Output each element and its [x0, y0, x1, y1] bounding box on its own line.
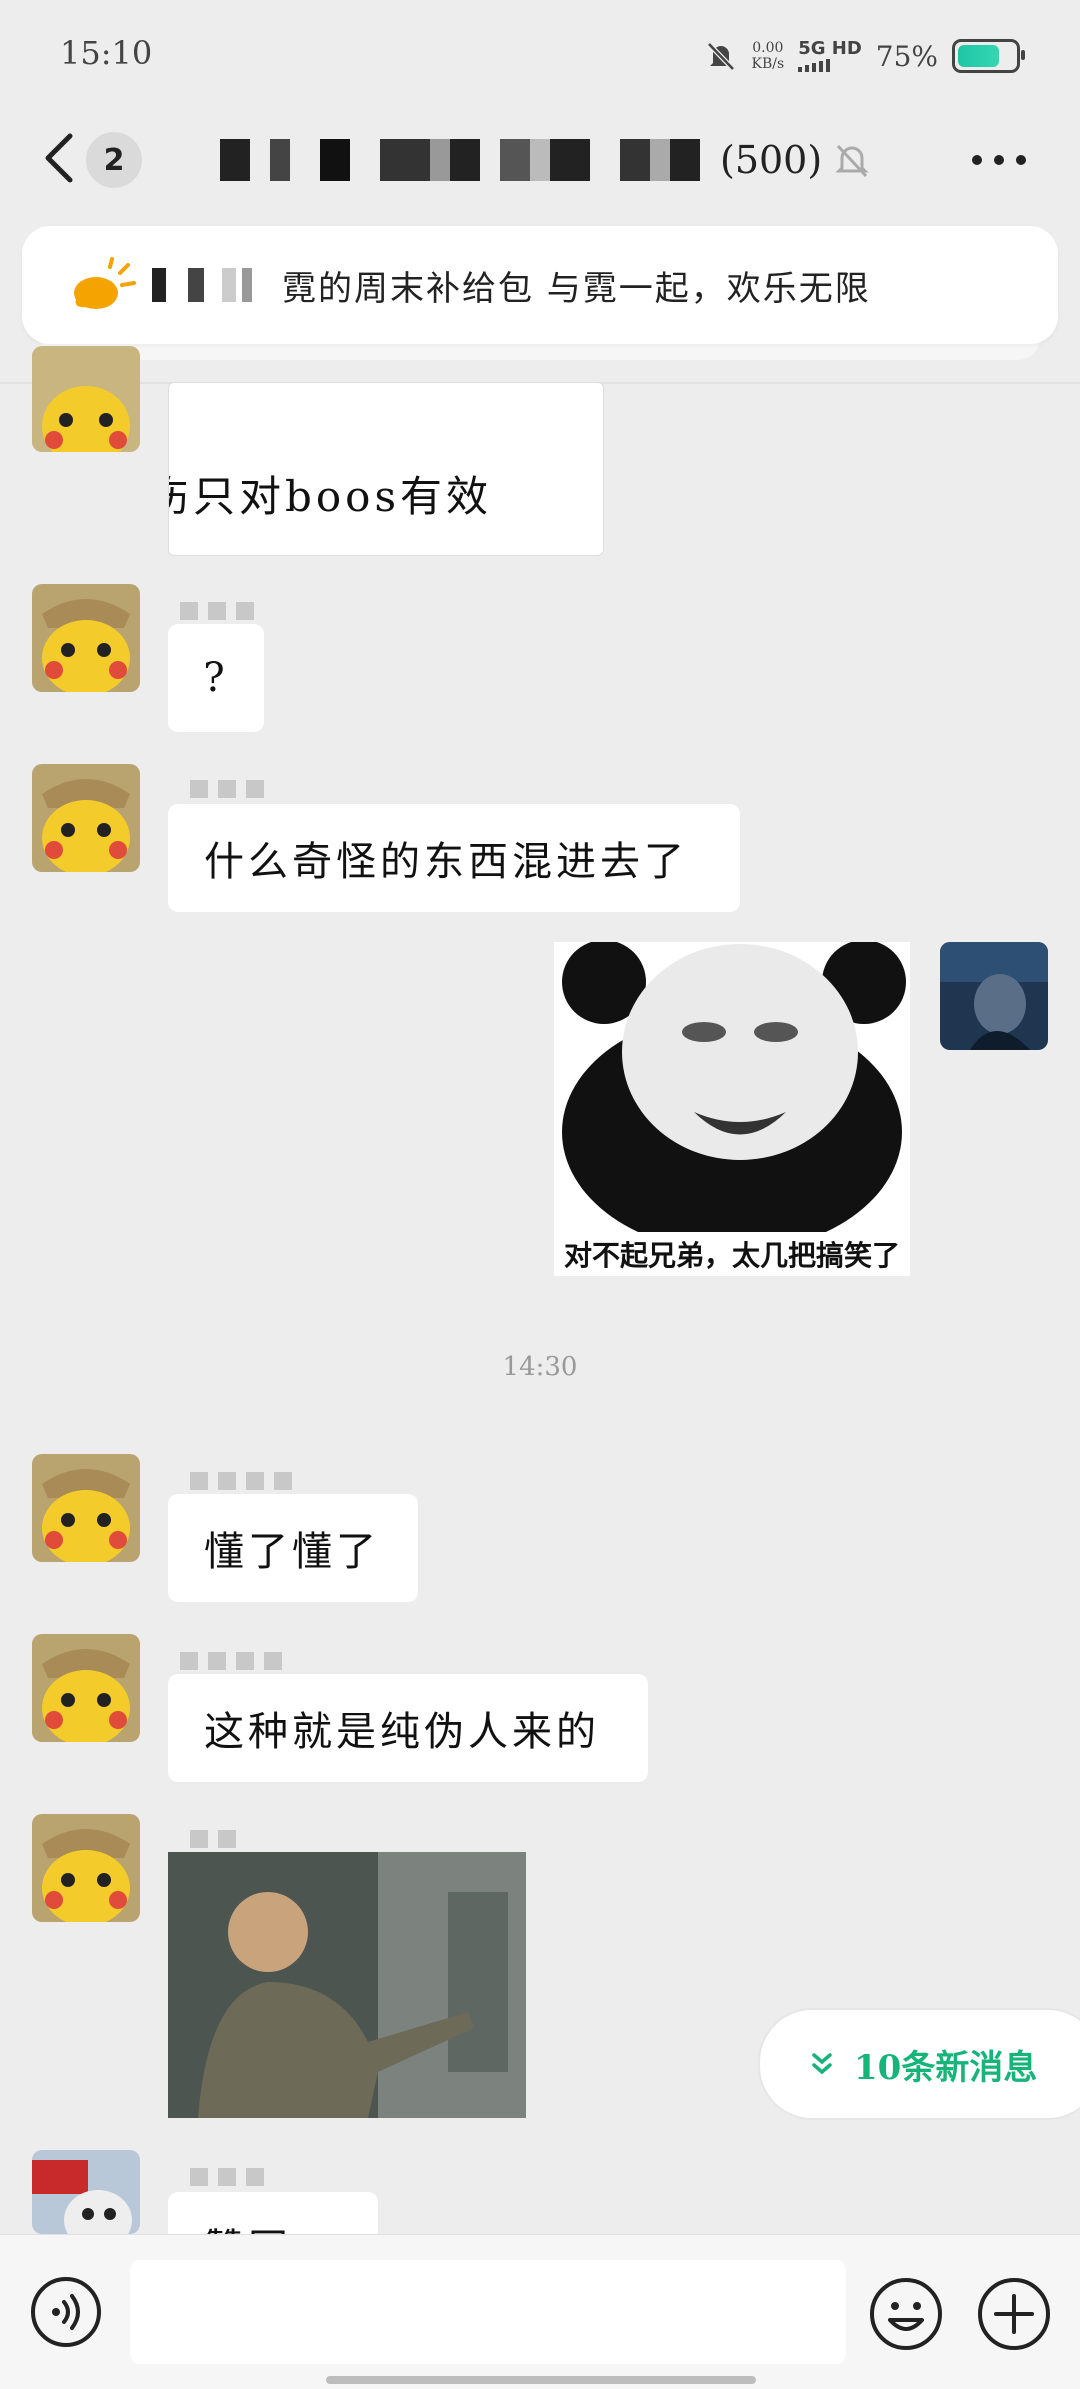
redacted-nickname: [190, 1464, 302, 1494]
new-messages-label: 10条新消息: [854, 2047, 1038, 2088]
message-bubble[interactable]: 什么奇怪的东西混进去了: [168, 804, 740, 912]
message-text: 伤只对boos有效: [168, 472, 493, 521]
sticker-caption: 对不起兄弟，太几把搞笑了: [563, 1240, 900, 1271]
emoji-icon[interactable]: [868, 2276, 944, 2352]
silent-bell-icon: [706, 42, 735, 71]
chat-member-count: (500): [720, 138, 823, 182]
message-input[interactable]: [130, 2260, 846, 2364]
message-bubble[interactable]: 这种就是纯伪人来的: [168, 1674, 648, 1782]
avatar-pikachu[interactable]: [32, 1454, 140, 1562]
time-divider: 14:30: [502, 1352, 578, 1382]
muted-bell-icon: [835, 144, 869, 178]
status-icons: 0.00 KB/s 5G HD 75%: [704, 36, 1025, 76]
group-announcement[interactable]: 霓的周末补给包 与霓一起，欢乐无限: [22, 226, 1058, 344]
redacted-nickname: [190, 1822, 246, 1852]
redacted-sender: [152, 268, 252, 302]
redacted-nickname: [190, 2160, 274, 2190]
message-bubble[interactable]: 懂了懂了: [168, 1494, 418, 1602]
battery-icon: [952, 39, 1025, 73]
more-icon[interactable]: [972, 152, 1032, 168]
redacted-nickname: [180, 1644, 292, 1674]
panda-face-image: [554, 942, 910, 1252]
redacted-nickname: [180, 594, 264, 624]
image-message-screenshot[interactable]: 伤只对boos有效: [168, 382, 604, 556]
net-speed: 0.00 KB/s: [751, 40, 785, 72]
plus-icon[interactable]: [976, 2276, 1052, 2352]
message-bubble[interactable]: ?: [168, 624, 264, 732]
voice-icon[interactable]: [30, 2276, 102, 2348]
back-arrow-icon[interactable]: [40, 128, 80, 188]
double-chevron-down-icon: [812, 2053, 832, 2075]
home-indicator[interactable]: [326, 2376, 756, 2384]
sticker-panda-meme[interactable]: 对不起兄弟，太几把搞笑了: [554, 942, 910, 1276]
network-indicator: 5G HD: [798, 40, 862, 72]
megaphone-icon: [74, 257, 136, 309]
status-time: 15:10: [60, 34, 153, 72]
redacted-title: [220, 139, 720, 181]
redacted-nickname: [190, 772, 274, 802]
chat-title[interactable]: (500): [220, 130, 822, 190]
avatar-pikachu[interactable]: [32, 1814, 140, 1922]
avatar-pikachu[interactable]: [32, 346, 140, 452]
avatar-pikachu[interactable]: [32, 584, 140, 692]
announcement-text: 霓的周末补给包 与霓一起，欢乐无限: [282, 268, 871, 309]
unread-count-badge[interactable]: 2: [86, 132, 142, 188]
new-messages-button[interactable]: 10条新消息: [758, 2008, 1080, 2120]
avatar-panda-flag[interactable]: [32, 2150, 140, 2234]
image-message-photo[interactable]: [168, 1852, 526, 2118]
battery-percent: 75%: [875, 39, 938, 73]
avatar-self[interactable]: [940, 942, 1048, 1050]
avatar-pikachu[interactable]: [32, 1634, 140, 1742]
avatar-pikachu[interactable]: [32, 764, 140, 872]
